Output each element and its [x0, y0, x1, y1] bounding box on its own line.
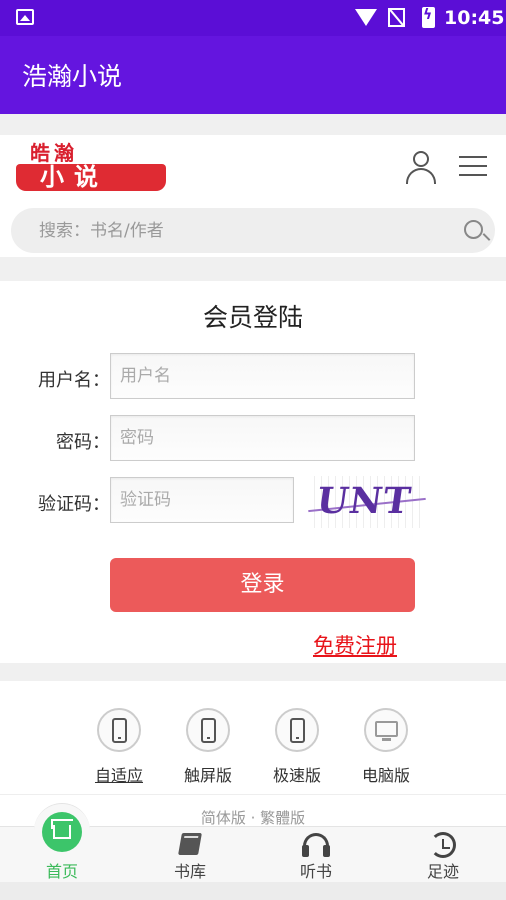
user-icon[interactable]: [405, 151, 437, 184]
version-label: 电脑版: [361, 766, 410, 785]
nav-history[interactable]: 足迹: [393, 827, 493, 883]
version-label: 极速版: [272, 766, 321, 785]
phone-icon: [112, 718, 127, 743]
status-bar: 10:45: [0, 0, 506, 36]
battery-charging-icon: [422, 7, 435, 28]
divider: [0, 794, 506, 795]
app-title: 浩瀚小说: [22, 62, 123, 91]
home-icon: [42, 812, 82, 852]
version-label: 触屏版: [183, 766, 232, 785]
username-field[interactable]: [110, 353, 415, 399]
phone-icon: [201, 718, 216, 743]
site-logo[interactable]: 皓瀚 小说: [16, 143, 166, 191]
version-label: 自适应: [94, 766, 143, 785]
nav-label: 书库: [173, 862, 206, 881]
no-signal-icon: [388, 8, 405, 27]
monitor-icon: [375, 721, 398, 741]
captcha-image[interactable]: UNT I: [308, 476, 426, 528]
history-icon: [430, 832, 456, 858]
password-field[interactable]: [110, 415, 415, 461]
nav-label: 听书: [299, 862, 332, 881]
app-bar: 浩瀚小说: [0, 36, 506, 114]
captcha-text: UNT I: [308, 480, 414, 528]
search-icon[interactable]: [464, 220, 491, 246]
image-notification-icon: [16, 9, 34, 25]
nav-label: 首页: [45, 862, 78, 881]
version-switcher: 自适应 触屏版 极速版 电脑版 简体版 · 繁體版: [0, 681, 506, 827]
wifi-icon: [355, 9, 377, 26]
login-button[interactable]: 登录: [110, 558, 415, 612]
nav-audiobook[interactable]: 听书: [266, 827, 366, 883]
login-form: 会员登陆 用户名： 密码： 验证码： UNT I 登录 免费注册: [0, 281, 506, 663]
site-header: 皓瀚 小说: [0, 135, 506, 257]
captcha-field[interactable]: [110, 477, 294, 523]
login-title: 会员登陆: [202, 303, 303, 332]
nav-label: 足迹: [426, 862, 459, 881]
status-time: 10:45: [444, 7, 505, 29]
search-bar: [11, 208, 495, 253]
password-label: 密码：: [56, 432, 110, 453]
captcha-label: 验证码：: [38, 494, 110, 515]
username-label: 用户名：: [38, 370, 110, 391]
headphones-icon: [302, 833, 330, 857]
logo-bottom-text: 小说: [16, 164, 166, 191]
phone-icon: [290, 718, 305, 743]
bottom-nav: 首页 书库 听书 足迹: [0, 803, 506, 883]
menu-icon[interactable]: [459, 156, 487, 176]
system-nav-bar: [0, 882, 506, 900]
nav-library[interactable]: 书库: [140, 827, 240, 883]
logo-top-text: 皓瀚: [16, 143, 166, 163]
search-input[interactable]: [39, 219, 439, 243]
register-link[interactable]: 免费注册: [313, 630, 397, 660]
nav-home[interactable]: 首页: [12, 803, 112, 883]
book-icon: [178, 833, 202, 855]
